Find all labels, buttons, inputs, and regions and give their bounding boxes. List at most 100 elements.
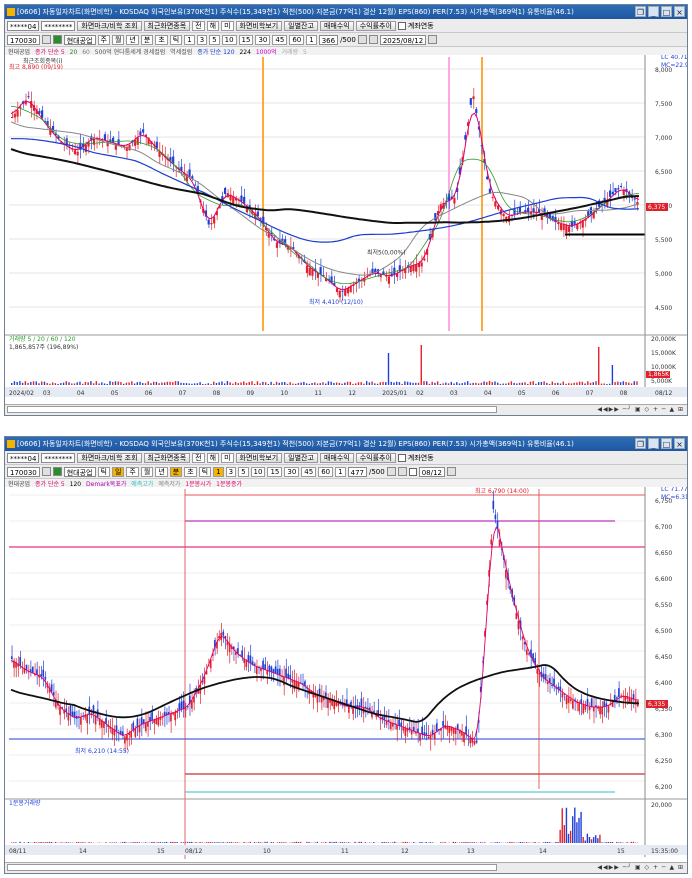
volume-bar bbox=[409, 382, 412, 385]
chart-scrollbar[interactable] bbox=[7, 406, 497, 413]
min-5[interactable]: 5 bbox=[209, 34, 220, 45]
period-week[interactable]: 주 bbox=[97, 34, 110, 45]
return-trend-button[interactable]: 수익률추이 bbox=[355, 452, 396, 463]
volume-bar bbox=[71, 383, 73, 385]
account-field[interactable]: *****04 bbox=[7, 20, 40, 31]
volume-bar bbox=[563, 825, 566, 843]
period-day[interactable]: 일 bbox=[111, 466, 125, 477]
stock-code-input[interactable]: 170030 bbox=[7, 34, 40, 45]
draw-tool-icon[interactable] bbox=[386, 467, 396, 476]
min-5[interactable]: 5 bbox=[238, 466, 249, 477]
volume-bar bbox=[68, 382, 70, 385]
password-field[interactable]: ******** bbox=[41, 452, 76, 463]
period-minute[interactable]: 분 bbox=[169, 466, 183, 477]
date-input[interactable]: 08/12 bbox=[418, 466, 445, 477]
volume-bar bbox=[494, 381, 496, 385]
maximize-icon[interactable]: □ bbox=[661, 6, 672, 17]
daily-balance-button[interactable]: 일별잔고 bbox=[284, 20, 318, 31]
candle-body bbox=[525, 649, 528, 655]
chart-scrollbar[interactable] bbox=[7, 864, 497, 871]
min-10[interactable]: 10 bbox=[250, 466, 266, 477]
trade-profit-button[interactable]: 매매수익 bbox=[319, 20, 354, 31]
volume-bar bbox=[322, 382, 324, 385]
settings-icon[interactable] bbox=[397, 467, 407, 476]
price-chart[interactable]: 최고 6,790 (14:00) 최저 6,210 (14:55) LC 71.77… bbox=[5, 487, 687, 863]
restore-icon[interactable]: ❐ bbox=[635, 6, 646, 17]
min-45[interactable]: 45 bbox=[272, 34, 288, 45]
screen-mark-button[interactable]: 화면마크/비학 조회 bbox=[77, 20, 142, 31]
period-week[interactable]: 주 bbox=[126, 466, 139, 477]
min-60[interactable]: 60 bbox=[289, 34, 305, 45]
price-chart[interactable]: 최고 8,890 (09/19)최근조회종목(i)최저 4,410 (12/10… bbox=[5, 55, 687, 405]
date-input[interactable]: 2025/08/12 bbox=[379, 34, 427, 45]
screen-mark-button[interactable]: 화면마크/비학 조회 bbox=[77, 452, 142, 463]
bar-count-input[interactable]: 366 bbox=[318, 34, 339, 45]
period-second[interactable]: 초 bbox=[155, 34, 168, 45]
chart-nav-buttons[interactable]: ◀◀▶▶ ─╯ ▣ ◇ + ─ ▲ ⊞ bbox=[597, 864, 684, 871]
min-1[interactable]: 1 bbox=[213, 466, 224, 477]
calendar-icon[interactable] bbox=[446, 467, 456, 476]
tab-all[interactable]: 전 bbox=[192, 452, 205, 463]
minimize-icon[interactable]: _ bbox=[648, 438, 659, 449]
min-60[interactable]: 60 bbox=[318, 466, 334, 477]
min-3[interactable]: 3 bbox=[225, 466, 237, 477]
min-15[interactable]: 15 bbox=[267, 466, 283, 477]
tab-sell[interactable]: 해 bbox=[206, 452, 220, 463]
volume-bar bbox=[253, 842, 256, 843]
period-month[interactable]: 월 bbox=[140, 466, 154, 477]
account-link-checkbox[interactable] bbox=[397, 21, 406, 30]
date-checkbox[interactable] bbox=[408, 467, 417, 476]
custom-interval[interactable]: 1 bbox=[335, 466, 346, 477]
min-3[interactable]: 3 bbox=[196, 34, 208, 45]
close-icon[interactable]: × bbox=[674, 438, 685, 449]
recent-items-button[interactable]: 최근화면종목 bbox=[143, 452, 191, 463]
volume-bar bbox=[341, 383, 343, 385]
tab-unfilled[interactable]: 미 bbox=[221, 452, 234, 463]
min-30[interactable]: 30 bbox=[255, 34, 271, 45]
daily-balance-button[interactable]: 일별잔고 bbox=[284, 452, 318, 463]
x-tick-label: 08/12 bbox=[185, 848, 202, 855]
account-field[interactable]: *****04 bbox=[7, 452, 40, 463]
min-15[interactable]: 15 bbox=[238, 34, 254, 45]
min-45[interactable]: 45 bbox=[301, 466, 317, 477]
account-link-checkbox[interactable] bbox=[397, 453, 406, 462]
maximize-icon[interactable]: □ bbox=[661, 438, 672, 449]
settings-icon[interactable] bbox=[368, 35, 378, 44]
min-30[interactable]: 30 bbox=[284, 466, 300, 477]
volume-bar bbox=[557, 382, 559, 385]
tab-unfilled[interactable]: 미 bbox=[221, 20, 234, 31]
period-month[interactable]: 월 bbox=[111, 34, 125, 45]
period-tick[interactable]: 틱 bbox=[169, 34, 183, 45]
calendar-icon[interactable] bbox=[428, 35, 438, 44]
period-minute[interactable]: 분 bbox=[140, 34, 154, 45]
bar-count-input[interactable]: 477 bbox=[347, 466, 367, 477]
volume-bar bbox=[632, 841, 635, 843]
chart-nav-buttons[interactable]: ◀◀▶▶ ─╯ ▣ ◇ + ─ ▲ ⊞ bbox=[597, 406, 684, 413]
min-1[interactable]: 1 bbox=[184, 34, 195, 45]
trade-profit-button[interactable]: 매매수익 bbox=[319, 452, 354, 463]
restore-icon[interactable]: ❐ bbox=[635, 438, 646, 449]
period-year[interactable]: 년 bbox=[126, 34, 139, 45]
search-icon[interactable] bbox=[41, 467, 51, 476]
volume-bar bbox=[161, 382, 163, 385]
tab-sell[interactable]: 해 bbox=[206, 20, 220, 31]
period-tick[interactable]: 틱 bbox=[97, 466, 110, 477]
custom-interval[interactable]: 1 bbox=[306, 34, 317, 45]
period-year[interactable]: 년 bbox=[155, 466, 168, 477]
search-icon[interactable] bbox=[41, 35, 51, 44]
minimize-icon[interactable]: _ bbox=[648, 6, 659, 17]
compare-view-button[interactable]: 화면비학보기 bbox=[235, 452, 283, 463]
period-second[interactable]: 초 bbox=[184, 466, 197, 477]
volume-bar bbox=[383, 842, 386, 843]
return-trend-button[interactable]: 수익률추이 bbox=[355, 20, 396, 31]
stock-code-input[interactable]: 170030 bbox=[7, 466, 40, 477]
draw-tool-icon[interactable] bbox=[357, 35, 367, 44]
min-10[interactable]: 10 bbox=[221, 34, 237, 45]
compare-view-button[interactable]: 화면비학보기 bbox=[235, 20, 283, 31]
tab-all[interactable]: 전 bbox=[192, 20, 205, 31]
recent-items-button[interactable]: 최근화면종목 bbox=[143, 20, 191, 31]
volume-bar bbox=[48, 841, 51, 843]
password-field[interactable]: ******** bbox=[41, 20, 76, 31]
period-tick-2[interactable]: 틱 bbox=[198, 466, 212, 477]
close-icon[interactable]: × bbox=[674, 6, 685, 17]
